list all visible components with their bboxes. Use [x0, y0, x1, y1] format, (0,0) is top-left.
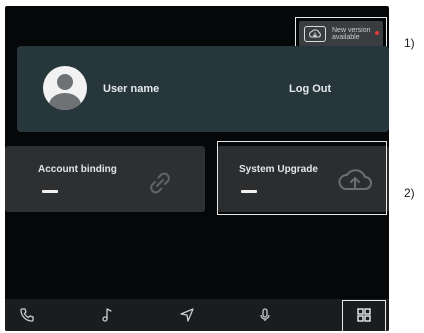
callout-1: 1) — [404, 36, 415, 50]
microphone-icon[interactable] — [245, 299, 285, 331]
user-avatar-icon[interactable] — [43, 66, 87, 110]
link-icon — [150, 172, 170, 194]
navigation-icon[interactable] — [167, 299, 207, 331]
user-name-label[interactable]: User name — [103, 83, 159, 95]
user-card: User name Log Out — [17, 46, 389, 132]
phone-icon[interactable] — [7, 299, 47, 331]
account-binding-label: Account binding — [38, 164, 117, 175]
callout-2: 2) — [404, 186, 415, 200]
new-version-text: New version available — [332, 27, 371, 41]
bottom-navbar — [5, 299, 389, 331]
system-upgrade-highlight — [217, 141, 387, 215]
music-icon[interactable] — [87, 299, 127, 331]
car-display-screen: New version available User name Log Out … — [5, 6, 389, 331]
cloud-download-icon — [304, 26, 326, 42]
account-binding-dash — [42, 190, 58, 193]
apps-grid-highlight — [342, 300, 386, 331]
account-binding-tile[interactable]: Account binding — [5, 146, 205, 212]
notification-dot — [375, 31, 379, 35]
logout-button[interactable]: Log Out — [289, 83, 331, 95]
new-version-button[interactable]: New version available — [299, 21, 383, 47]
